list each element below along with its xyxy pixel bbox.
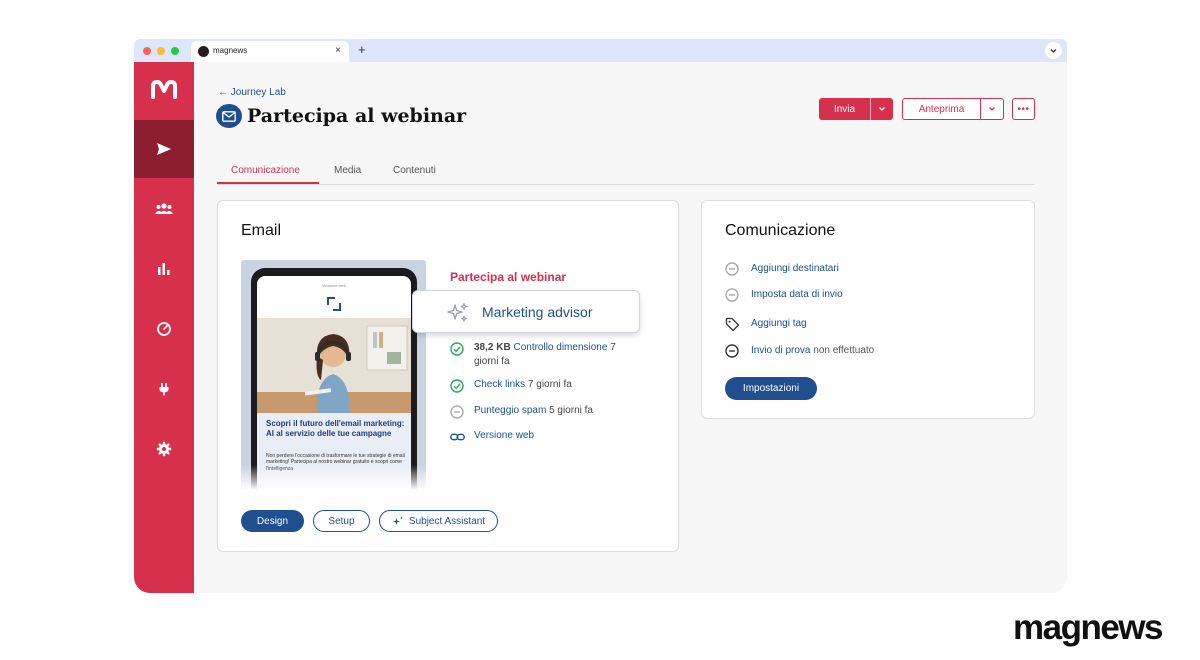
envelope-icon bbox=[216, 104, 242, 128]
minus-circle-icon bbox=[725, 288, 739, 305]
magnews-brand-logo: magnews bbox=[1013, 608, 1164, 647]
close-window-dot[interactable] bbox=[143, 47, 151, 55]
gear-icon bbox=[156, 441, 172, 457]
set-send-date-link[interactable]: Imposta data di invio bbox=[751, 289, 843, 300]
marketing-advisor-button[interactable]: Marketing advisor bbox=[412, 290, 640, 333]
send-split-button: Invia bbox=[819, 98, 893, 120]
sidebar bbox=[134, 62, 194, 593]
web-version-text: Versione web bbox=[474, 429, 534, 443]
page-header: Partecipa al webinar bbox=[216, 104, 466, 128]
check-circle-icon bbox=[450, 342, 464, 361]
comunicazione-card: Comunicazione Aggiungi destinatari Impos… bbox=[701, 200, 1035, 419]
settings-button[interactable]: Impostazioni bbox=[725, 377, 817, 400]
preview-dropdown-chevron-icon[interactable] bbox=[981, 99, 1003, 119]
browser-tab[interactable]: magnews × bbox=[191, 41, 349, 62]
tab-media[interactable]: Media bbox=[334, 165, 361, 176]
main-content: ← Journey Lab Partecipa al webinar Invia… bbox=[194, 62, 1067, 593]
email-card: Email Versione web Scopri il futuro dell… bbox=[217, 200, 679, 552]
check-size-text: 38,2 KB Controllo dimensione 7 giorni fa bbox=[474, 341, 616, 369]
send-icon bbox=[157, 143, 171, 155]
add-tag-link[interactable]: Aggiungi tag bbox=[751, 318, 807, 329]
preview-headline: Scopri il futuro dell'email marketing: A… bbox=[266, 419, 405, 438]
add-recipients-link[interactable]: Aggiungi destinatari bbox=[751, 263, 839, 274]
sidebar-item-reports[interactable] bbox=[134, 240, 194, 298]
sidebar-item-send[interactable] bbox=[134, 120, 194, 178]
plug-icon bbox=[159, 383, 169, 396]
link-icon bbox=[450, 430, 465, 449]
tab-list-chevron-icon[interactable] bbox=[1045, 42, 1062, 59]
sparkle-icon bbox=[446, 302, 470, 329]
subject-assistant-button[interactable]: Subject Assistant bbox=[379, 510, 498, 532]
tab-comunicazione[interactable]: Comunicazione bbox=[231, 165, 300, 176]
size-check-link[interactable]: Controllo dimensione bbox=[513, 342, 607, 353]
preview-hero-image bbox=[257, 318, 411, 413]
email-preview-thumbnail[interactable]: Versione web Scopri il futuro dell'email… bbox=[241, 260, 426, 490]
favicon-icon bbox=[198, 46, 209, 57]
minus-circle-icon bbox=[450, 405, 464, 424]
preview-fade-overlay bbox=[241, 465, 426, 490]
more-options-button[interactable]: ••• bbox=[1012, 98, 1035, 120]
send-button[interactable]: Invia bbox=[819, 98, 871, 120]
minimize-window-dot[interactable] bbox=[157, 47, 165, 55]
phone-screen: Versione web Scopri il futuro dell'email… bbox=[257, 276, 411, 490]
spam-score-text: Punteggio spam 5 giorni fa bbox=[474, 404, 593, 418]
tab-title: magnews bbox=[213, 46, 248, 55]
maximize-window-dot[interactable] bbox=[171, 47, 179, 55]
phone-frame: Versione web Scopri il futuro dell'email… bbox=[251, 268, 417, 490]
sidebar-item-performance[interactable] bbox=[134, 300, 194, 358]
new-tab-icon[interactable]: + bbox=[358, 42, 366, 57]
check-links-text: Check links 7 giorni fa bbox=[474, 378, 572, 392]
breadcrumb-back-link[interactable]: ← Journey Lab bbox=[218, 87, 286, 98]
test-send-link[interactable]: Invio di prova bbox=[751, 345, 810, 356]
tab-contenuti[interactable]: Contenuti bbox=[393, 165, 436, 176]
app-window: magnews × + ← Journey Lab Partecipa al w… bbox=[134, 39, 1067, 593]
bar-chart-icon bbox=[158, 263, 170, 275]
subject-assistant-label: Subject Assistant bbox=[408, 515, 486, 527]
sidebar-item-integrations[interactable] bbox=[134, 360, 194, 418]
spam-score-link[interactable]: Punteggio spam bbox=[474, 405, 546, 416]
size-value: 38,2 KB bbox=[474, 342, 511, 353]
check-links-link[interactable]: Check links bbox=[474, 379, 525, 390]
setup-button[interactable]: Setup bbox=[313, 510, 370, 532]
minus-circle-icon bbox=[725, 262, 739, 279]
test-send-status: non effettuato bbox=[813, 345, 875, 356]
spam-score-age: 5 giorni fa bbox=[549, 405, 593, 416]
tab-close-icon[interactable]: × bbox=[335, 45, 341, 56]
comunicazione-card-title: Comunicazione bbox=[725, 222, 836, 239]
marketing-advisor-label: Marketing advisor bbox=[482, 304, 593, 320]
tag-icon bbox=[725, 317, 740, 335]
speedometer-icon bbox=[157, 322, 171, 336]
preview-brand-logo-icon bbox=[326, 296, 342, 317]
send-dropdown-chevron-icon[interactable] bbox=[871, 98, 893, 120]
check-links-age: 7 giorni fa bbox=[527, 379, 572, 390]
sparkle-icon bbox=[392, 516, 403, 525]
email-subject-heading: Partecipa al webinar bbox=[450, 270, 567, 284]
preview-split-button: Anteprima bbox=[902, 98, 1004, 120]
preview-web-version-text: Versione web bbox=[321, 283, 346, 288]
preview-button[interactable]: Anteprima bbox=[903, 99, 981, 119]
web-version-link[interactable]: Versione web bbox=[474, 430, 534, 441]
sidebar-item-settings[interactable] bbox=[134, 420, 194, 478]
page-title: Partecipa al webinar bbox=[247, 105, 467, 127]
sidebar-item-contacts[interactable] bbox=[134, 180, 194, 238]
check-circle-icon bbox=[450, 379, 464, 398]
design-button[interactable]: Design bbox=[241, 510, 304, 532]
browser-titlebar: magnews × + bbox=[134, 39, 1067, 62]
app-logo-icon[interactable] bbox=[134, 62, 194, 120]
minus-circle-icon bbox=[725, 344, 739, 361]
active-tab-indicator bbox=[217, 182, 319, 184]
size-check-age: 7 bbox=[610, 342, 616, 353]
tab-bar: Comunicazione Media Contenuti bbox=[217, 161, 1035, 185]
users-icon bbox=[155, 203, 173, 214]
test-send-text: Invio di prova non effettuato bbox=[751, 345, 874, 356]
email-card-title: Email bbox=[241, 222, 282, 239]
size-check-age-line2: giorni fa bbox=[474, 356, 510, 367]
